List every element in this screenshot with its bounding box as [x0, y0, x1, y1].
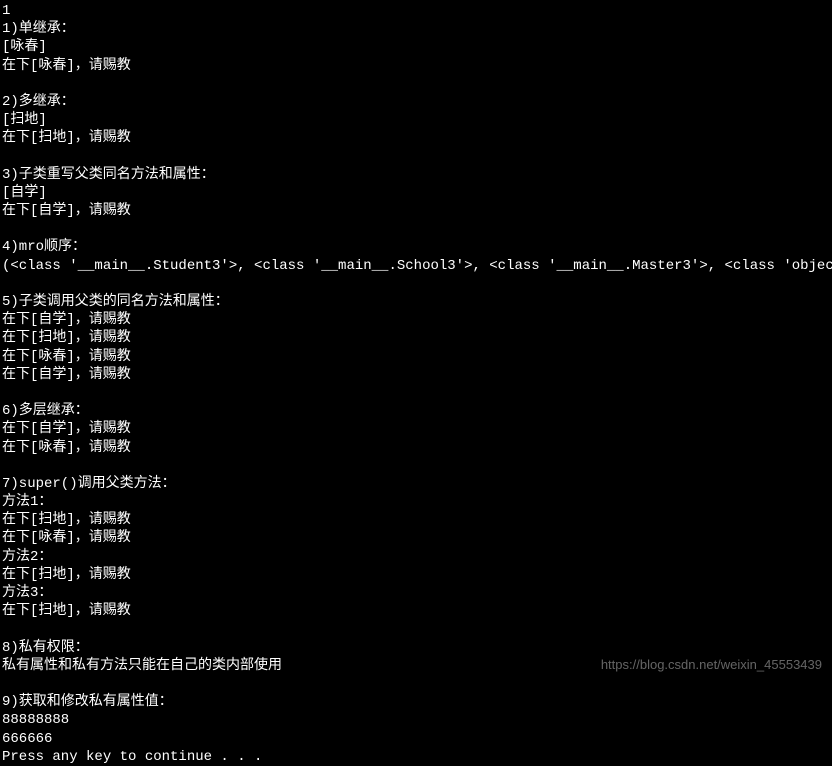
output-line: 在下[咏春]，请赐教 [2, 349, 131, 365]
output-line: 7)super()调用父类方法： [2, 476, 176, 492]
output-line: 2)多继承： [2, 94, 75, 110]
output-line: 5)子类调用父类的同名方法和属性： [2, 294, 229, 310]
output-line: (<class '__main__.Student3'>, <class '__… [2, 258, 832, 274]
output-line: 在下[自学]，请赐教 [2, 421, 131, 437]
output-line: 在下[咏春]，请赐教 [2, 58, 131, 74]
output-line: [扫地] [2, 112, 47, 128]
output-line: 4)mro顺序： [2, 239, 86, 255]
output-line: [自学] [2, 185, 47, 201]
prompt-line[interactable]: Press any key to continue . . . [2, 749, 262, 765]
output-line: 666666 [2, 731, 52, 747]
output-line: 在下[咏春]，请赐教 [2, 440, 131, 456]
output-line: 9)获取和修改私有属性值： [2, 694, 173, 710]
output-line: 私有属性和私有方法只能在自己的类内部使用 [2, 658, 282, 674]
output-line: 1 [2, 3, 10, 19]
terminal-output: 1 1)单继承： [咏春] 在下[咏春]，请赐教 2)多继承： [扫地] 在下[… [2, 2, 830, 766]
output-line: 在下[扫地]，请赐教 [2, 603, 131, 619]
output-line: 在下[自学]，请赐教 [2, 367, 131, 383]
output-line: 3)子类重写父类同名方法和属性： [2, 167, 215, 183]
output-line: 方法2： [2, 549, 52, 565]
output-line: 88888888 [2, 712, 69, 728]
output-line: 在下[咏春]，请赐教 [2, 530, 131, 546]
output-line: 在下[扫地]，请赐教 [2, 130, 131, 146]
output-line: 8)私有权限： [2, 640, 89, 656]
watermark-text: https://blog.csdn.net/weixin_45553439 [601, 657, 822, 674]
output-line: 在下[自学]，请赐教 [2, 312, 131, 328]
output-line: 方法1： [2, 494, 52, 510]
output-line: 6)多层继承： [2, 403, 89, 419]
output-line: 在下[自学]，请赐教 [2, 203, 131, 219]
output-line: 在下[扫地]，请赐教 [2, 567, 131, 583]
output-line: [咏春] [2, 39, 47, 55]
output-line: 1)单继承： [2, 21, 75, 37]
output-line: 方法3： [2, 585, 52, 601]
output-line: 在下[扫地]，请赐教 [2, 330, 131, 346]
output-line: 在下[扫地]，请赐教 [2, 512, 131, 528]
